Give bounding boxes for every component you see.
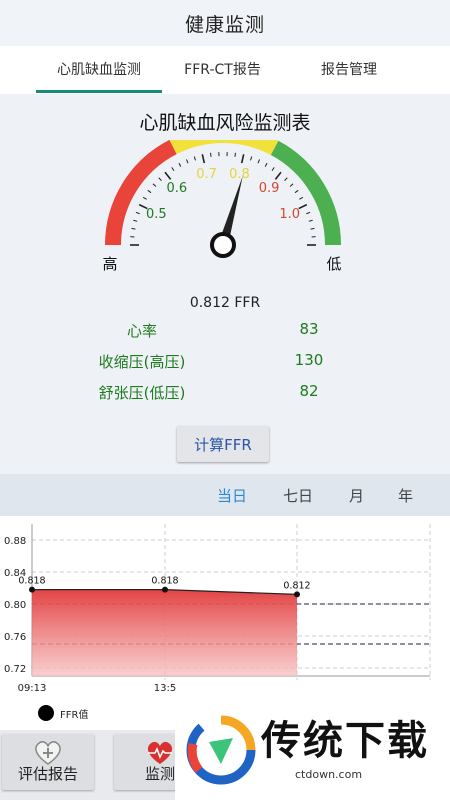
chart-y-tick-label: 0.88 [4, 536, 26, 547]
chart-y-tick-label: 0.76 [4, 632, 26, 643]
gauge-tick-mark [135, 211, 140, 215]
gauge-hub [210, 232, 236, 258]
gauge-high-label: 高 [102, 255, 117, 273]
gauge-tick-mark [284, 177, 288, 182]
watermark-logo [186, 715, 256, 785]
gauge-tick-label: 0.9 [259, 181, 280, 196]
gauge-tick-mark [274, 171, 282, 180]
gauge-tick-mark [147, 189, 152, 194]
chart-y-tick-label: 0.80 [4, 600, 26, 611]
gauge-tick-mark [234, 152, 236, 157]
gauge-arc-green [270, 140, 341, 246]
gauge-tick-mark [185, 159, 189, 164]
risk-gauge: 0.5 0.6 0.7 0.8 0.9 1.0 高 低 [102, 140, 342, 273]
ffr-data-label: 0.812 [283, 580, 310, 591]
gauge-low-label: 低 [326, 255, 341, 273]
gauge-tick-label: 0.6 [167, 181, 188, 196]
gauge-tick-mark [210, 152, 212, 157]
gauge-arc-yellow [169, 140, 279, 156]
active-tab-indicator [36, 90, 162, 93]
ffr-value-text: 0.812 FFR [189, 295, 261, 311]
chart-x-tick-label: 13:5 [154, 683, 176, 694]
tab-ischemia-monitoring[interactable]: 心肌缺血监测 [36, 46, 162, 94]
legend-marker [38, 705, 54, 721]
tab-report-management[interactable]: 报告管理 [293, 46, 405, 94]
ffr-trend-chart: 0.720.760.800.840.88 09:13 13:5 0.818 0.81… [4, 524, 431, 694]
ffr-area [32, 589, 297, 676]
gauge-tick-mark [289, 183, 294, 187]
gauge-tick-mark [310, 227, 315, 230]
app-header: 健康监测 [0, 0, 450, 46]
watermark-text: 传统下载 [261, 718, 429, 764]
period-today[interactable]: 当日 [217, 485, 247, 506]
chart-x-tick-label: 09:13 [18, 683, 47, 694]
tab-ffr-ct-report[interactable]: FFR-CT报告 [165, 46, 280, 94]
heart-rate-label: 心率 [126, 322, 157, 340]
gauge-tick-mark [308, 219, 313, 222]
ffr-point [294, 591, 300, 598]
period-seven-days[interactable]: 七日 [283, 485, 313, 506]
gauge-tick-mark [178, 162, 182, 167]
systolic-value: 130 [294, 351, 324, 369]
ffr-chart-panel: 0.72 0.76 0.80 0.84 0.88 09:13 13:5 0.818 0.81… [0, 516, 450, 731]
gauge-tick-mark [257, 159, 261, 164]
gauge-tick-mark [240, 154, 245, 164]
gauge-title: 心肌缺血风险监测表 [139, 112, 311, 134]
ffr-data-label: 0.818 [151, 576, 178, 587]
gauge-tick-mark [299, 196, 304, 200]
gauge-tick-mark [152, 183, 157, 187]
period-month[interactable]: 月 [349, 485, 364, 506]
gauge-tick-label: 0.8 [229, 167, 250, 182]
gauge-tick-mark [271, 167, 275, 171]
gauge-tick-mark [264, 162, 268, 167]
gauge-tick-mark [133, 219, 138, 222]
chart-x-ticks: 09:13 13:5 [18, 683, 177, 694]
gauge-tick-mark [306, 211, 311, 215]
systolic-label: 收缩压(高压) [98, 353, 186, 371]
page-title: 健康监测 [184, 13, 265, 36]
calculate-ffr-button[interactable]: 计算FFR [177, 426, 269, 462]
gauge-tick-mark [201, 154, 206, 164]
assessment-report-button[interactable]: 评估报告 [2, 734, 94, 790]
heart-rate-value: 83 [299, 320, 319, 338]
ffr-point [29, 586, 35, 593]
legend-label: FFR值 [60, 709, 89, 721]
gauge-tick-label: 1.0 [279, 207, 300, 222]
gauge-tick-mark [294, 189, 299, 194]
watermark-url: ctdown.com [295, 768, 363, 781]
gauge-tick-mark [131, 227, 136, 230]
diastolic-label: 舒张压(低压) [98, 384, 186, 402]
ffr-data-label: 0.818 [18, 576, 45, 587]
chart-y-ticks: 0.720.760.800.840.88 [4, 536, 26, 675]
chart-legend: FFR值 [38, 705, 88, 721]
chart-y-tick-label: 0.72 [4, 664, 26, 675]
gauge-arc-red [105, 140, 177, 246]
gauge-tick-mark [250, 156, 253, 161]
ffr-point [162, 586, 168, 593]
tab-bar: 心肌缺血监测 FFR-CT报告 报告管理 [0, 46, 450, 94]
assessment-report-label: 评估报告 [17, 765, 78, 783]
period-selector: 当日 七日 月 年 [0, 474, 450, 516]
gauge-tick-label: 0.5 [146, 207, 167, 222]
diastolic-value: 82 [299, 382, 319, 400]
watermark: 传统下载 ctdown.com [175, 700, 450, 800]
gauge-tick-mark [142, 196, 147, 200]
gauge-tick-label: 0.7 [196, 167, 217, 182]
gauge-tick-mark [158, 177, 162, 182]
period-year[interactable]: 年 [398, 485, 413, 506]
gauge-tick-mark [193, 156, 196, 161]
gauge-tick-mark [171, 167, 175, 171]
gauge-tick-mark [164, 171, 172, 180]
